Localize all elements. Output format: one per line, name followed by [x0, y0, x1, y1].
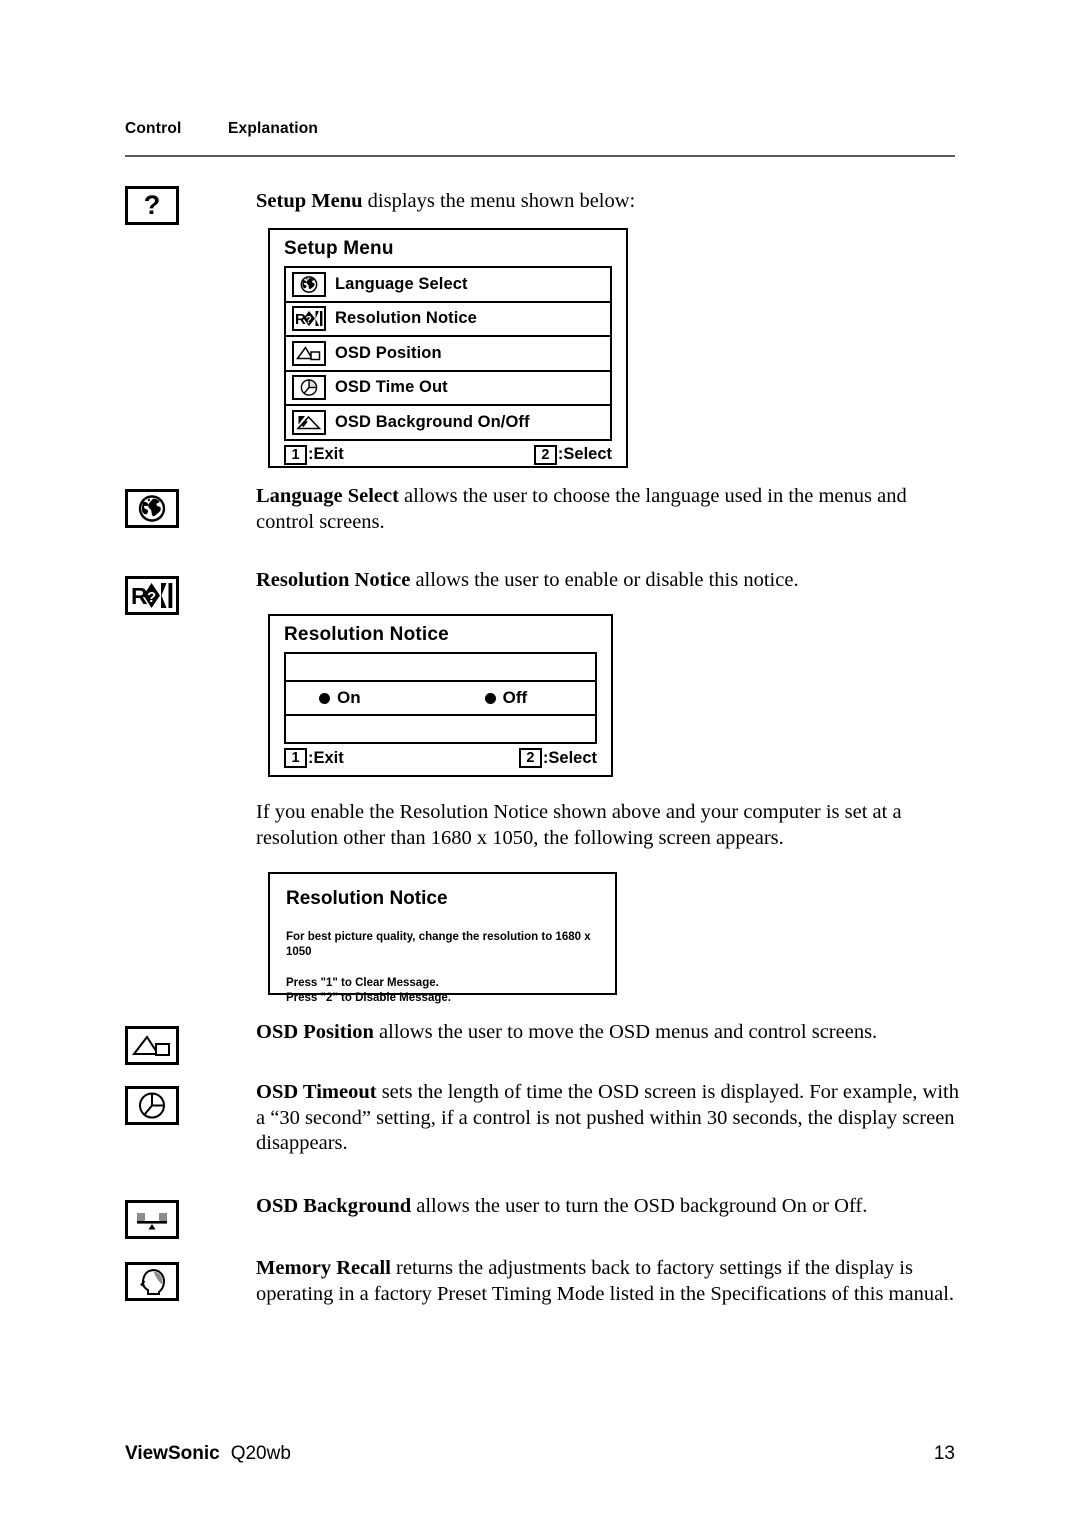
option-on[interactable]: On: [319, 688, 361, 708]
control-icon-cell: [125, 1262, 220, 1301]
svg-text:?: ?: [147, 589, 156, 606]
setup-menu-osd-list: Language Select R ? Resolution Notice OS…: [284, 266, 612, 441]
setup-menu-osd-screen: Setup Menu Language Select R ? Resolutio…: [268, 228, 628, 468]
brand-name: ViewSonic: [125, 1443, 220, 1464]
question-mark-glyph: ?: [143, 190, 161, 220]
radio-dot-on-icon: [319, 692, 330, 704]
term-osd-position: OSD Position: [256, 1021, 374, 1043]
osd-exit-control[interactable]: 1:Exit: [284, 748, 344, 768]
resolution-notice-press-disable: Press "2" to Disable Message.: [286, 991, 451, 1004]
paragraph-osd-background: OSD Background allows the user to turn t…: [256, 1194, 960, 1220]
resolution-notice-message-text: For best picture quality, change the res…: [286, 931, 591, 958]
page-number: 13: [933, 1443, 955, 1464]
paragraph-osd-position: OSD Position allows the user to move the…: [256, 1020, 960, 1046]
resolution-notice-options-band: On Off: [284, 652, 597, 744]
resolution-notice-press-clear: Press "1" to Clear Message.: [286, 977, 439, 989]
header-divider-rule: [125, 155, 955, 157]
column-header-control: Control: [125, 120, 182, 137]
term-osd-background: OSD Background: [256, 1195, 412, 1217]
control-icon-cell: [125, 489, 220, 528]
osd-timeout-icon: [125, 1086, 179, 1125]
paragraph-resolution-notice-body: allows the user to enable or disable thi…: [410, 569, 799, 591]
paragraph-language-select: Language Select allows the user to choos…: [256, 484, 960, 535]
globe-icon: [292, 271, 326, 297]
paragraph-resolution-explanation: If you enable the Resolution Notice show…: [256, 801, 902, 849]
osd-exit-label: :Exit: [308, 445, 344, 463]
option-off-label: Off: [502, 688, 528, 707]
osd-menu-item-label: OSD Background On/Off: [335, 412, 530, 431]
model-name: Q20wb: [230, 1443, 291, 1464]
osd-menu-item-resolution-notice[interactable]: R ? Resolution Notice: [286, 300, 610, 336]
osd-background-icon: [125, 1200, 179, 1239]
paragraph-osd-position-body: allows the user to move the OSD menus an…: [373, 1021, 878, 1043]
resolution-notice-icon: R ?: [292, 306, 326, 332]
key-2-badge: 2: [518, 748, 542, 768]
osd-position-icon: [125, 1026, 179, 1065]
paragraph-osd-background-body: allows the user to turn the OSD backgrou…: [411, 1195, 868, 1217]
osd-exit-control[interactable]: 1:Exit: [284, 444, 344, 465]
osd-timeout-icon: [292, 375, 326, 401]
resolution-notice-osd-screen: Resolution Notice On Off 1:Exit 2:Select: [268, 614, 613, 777]
osd-select-label: :Select: [542, 748, 597, 767]
osd-menu-item-osd-background[interactable]: OSD Background On/Off: [286, 404, 610, 439]
control-icon-cell: [125, 1026, 220, 1065]
column-headers: Control Explanation: [125, 120, 955, 138]
control-icon-cell: R ?: [125, 576, 220, 615]
osd-blank-row-top: [286, 654, 595, 680]
paragraph-setup-menu: Setup Menu displays the menu shown below…: [256, 189, 960, 215]
osd-menu-item-osd-time-out[interactable]: OSD Time Out: [286, 369, 610, 405]
osd-menu-item-label: Language Select: [335, 274, 468, 293]
osd-menu-item-osd-position[interactable]: OSD Position: [286, 335, 610, 370]
paragraph-setup-menu-body: displays the menu shown below:: [362, 190, 636, 212]
term-memory-recall: Memory Recall: [256, 1257, 391, 1279]
memory-recall-icon: [125, 1262, 179, 1301]
osd-exit-label: :Exit: [308, 748, 344, 767]
key-1-badge: 1: [284, 748, 307, 768]
osd-option-row: On Off: [286, 680, 595, 716]
paragraph-resolution-notice: Resolution Notice allows the user to ena…: [256, 568, 960, 594]
option-on-label: On: [337, 688, 361, 707]
paragraph-memory-recall: Memory Recall returns the adjustments ba…: [256, 1256, 960, 1307]
resolution-notice-osd-title: Resolution Notice: [284, 624, 449, 645]
key-1-badge: 1: [284, 444, 307, 465]
osd-menu-item-language-select[interactable]: Language Select: [286, 268, 610, 301]
document-page: Control Explanation ? Setup Menu displays…: [0, 0, 1080, 1527]
radio-dot-off-icon: [484, 692, 496, 704]
osd-menu-item-label: OSD Time Out: [335, 378, 448, 397]
page-footer: ViewSonic Q20wb 13: [125, 1443, 955, 1465]
control-icon-cell: ?: [125, 186, 220, 225]
globe-icon: [125, 489, 179, 528]
osd-select-label: :Select: [557, 445, 612, 463]
setup-menu-osd-footer: 1:Exit 2:Select: [270, 441, 626, 471]
question-mark-icon: ?: [125, 186, 179, 225]
resolution-notice-message-title: Resolution Notice: [286, 888, 448, 909]
svg-text:?: ?: [306, 315, 312, 326]
osd-select-control[interactable]: 2:Select: [518, 748, 597, 768]
setup-menu-osd-title: Setup Menu: [284, 238, 394, 259]
term-osd-timeout: OSD Timeout: [256, 1081, 377, 1103]
term-setup-menu: Setup Menu: [256, 190, 363, 212]
term-language-select: Language Select: [256, 485, 399, 507]
paragraph-osd-timeout: OSD Timeout sets the length of time the …: [256, 1080, 960, 1157]
osd-position-icon: [292, 340, 326, 366]
resolution-notice-message-screen: Resolution Notice For best picture quali…: [268, 872, 617, 1004]
footer-brand-model: ViewSonic Q20wb: [125, 1443, 291, 1465]
term-resolution-notice: Resolution Notice: [256, 569, 411, 591]
resolution-notice-osd-footer: 1:Exit 2:Select: [270, 744, 611, 774]
resolution-notice-icon: R ?: [125, 576, 179, 615]
osd-menu-item-label: OSD Position: [335, 343, 442, 362]
control-icon-cell: [125, 1086, 220, 1125]
osd-select-control[interactable]: 2:Select: [533, 444, 612, 465]
key-2-badge: 2: [533, 444, 557, 465]
osd-background-icon: [292, 409, 326, 435]
option-off[interactable]: Off: [484, 688, 528, 708]
osd-blank-row-bottom: [286, 716, 595, 742]
control-icon-cell: [125, 1200, 220, 1239]
column-header-explanation: Explanation: [228, 120, 319, 137]
osd-menu-item-label: Resolution Notice: [335, 309, 477, 328]
